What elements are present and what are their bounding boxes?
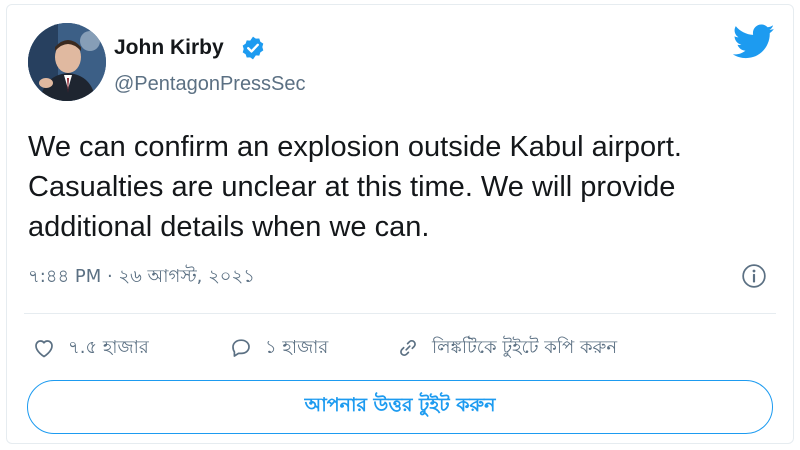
divider xyxy=(24,313,776,314)
author-handle[interactable]: @PentagonPressSec xyxy=(114,73,306,96)
tweet-text: We can confirm an explosion outside Kabu… xyxy=(28,131,682,243)
reply-action[interactable]: ১ হাজার xyxy=(229,333,328,363)
reply-tweet-button[interactable]: আপনার উত্তর টুইট করুন xyxy=(27,380,773,434)
likes-count: ৭.৫ হাজার xyxy=(68,336,149,358)
verified-badge-icon xyxy=(242,36,264,60)
avatar-photo xyxy=(28,23,106,101)
twitter-bird-icon[interactable] xyxy=(733,24,775,60)
info-icon[interactable] xyxy=(741,263,767,289)
avatar[interactable] xyxy=(28,23,106,101)
heart-icon xyxy=(35,340,53,358)
replies-count: ১ হাজার xyxy=(265,336,329,358)
copy-link-action[interactable]: লিঙ্কটিকে টুইটে কপি করুন xyxy=(396,333,617,363)
like-action[interactable]: ৭.৫ হাজার xyxy=(32,333,149,363)
copy-link-label: লিঙ্কটিকে টুইটে কপি করুন xyxy=(432,336,618,358)
tweet-timestamp[interactable]: ৭:৪৪ PM · ২৬ আগস্ট, ২০২১ xyxy=(28,262,255,293)
author-name[interactable]: John Kirby xyxy=(114,36,224,60)
link-icon xyxy=(400,340,416,356)
speech-bubble-icon xyxy=(232,339,250,357)
